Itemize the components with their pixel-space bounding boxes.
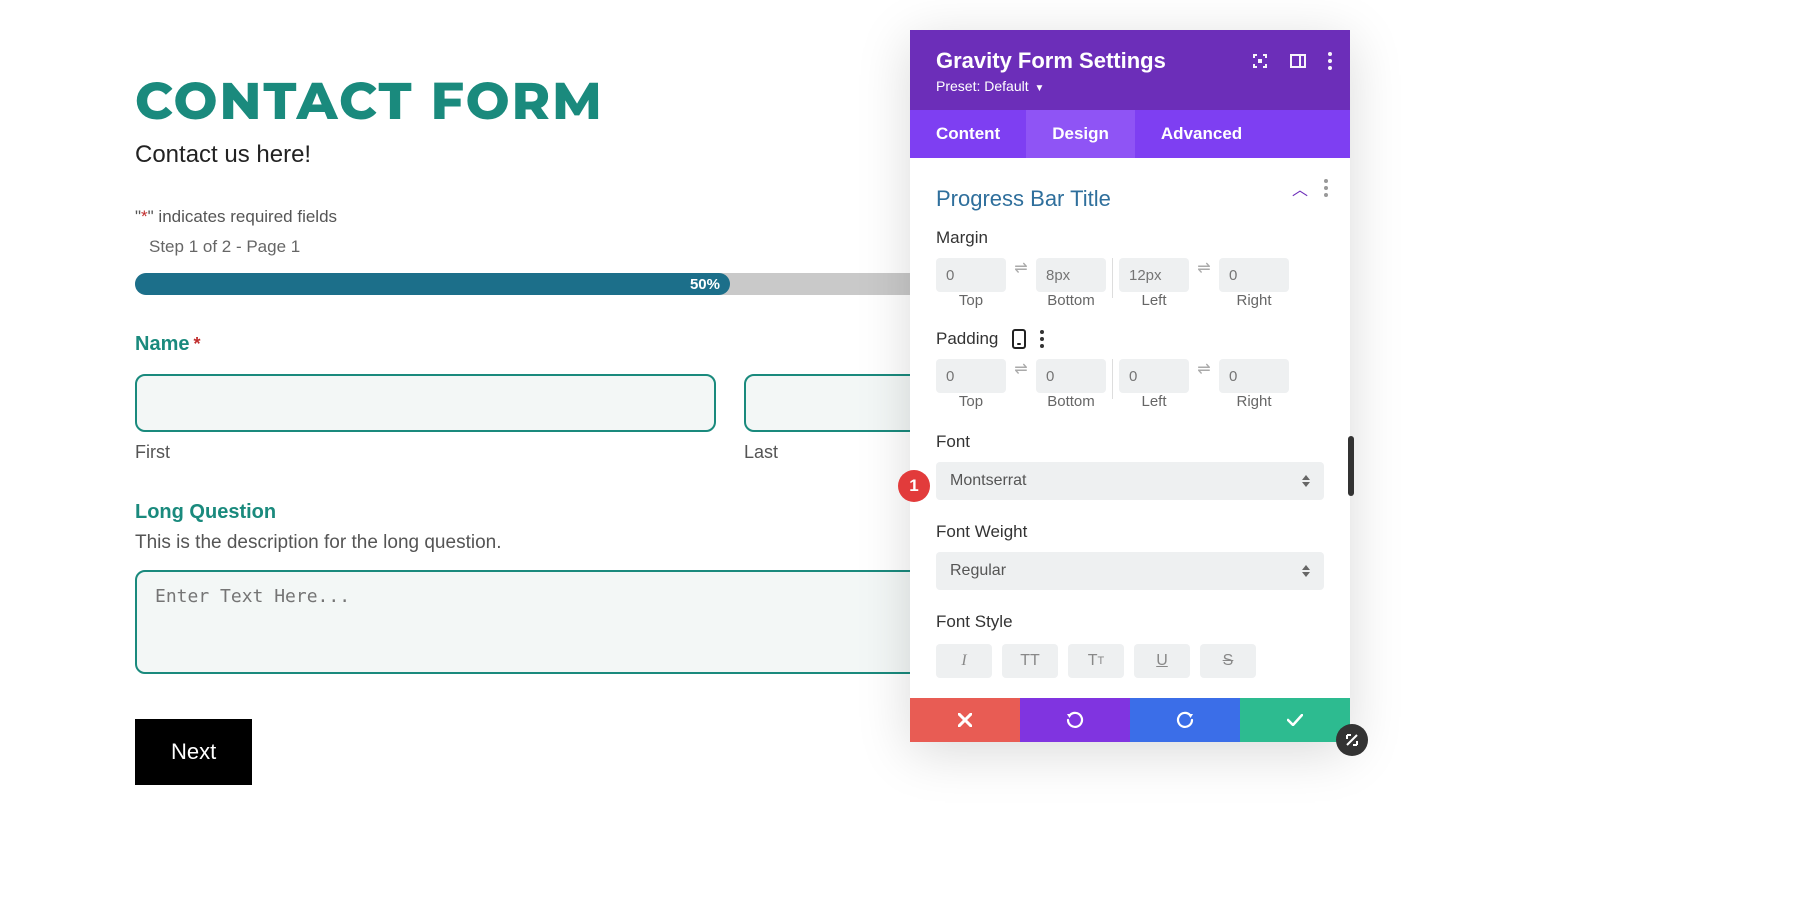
uppercase-button[interactable]: TT	[1002, 644, 1058, 678]
smallcaps-button[interactable]: TT	[1068, 644, 1124, 678]
margin-top-input[interactable]	[936, 258, 1006, 292]
font-weight-select[interactable]: Regular	[936, 552, 1324, 590]
italic-button[interactable]: I	[936, 644, 992, 678]
padding-more-icon[interactable]	[1040, 330, 1044, 348]
columns-icon[interactable]	[1290, 53, 1306, 69]
padding-right-input[interactable]	[1219, 359, 1289, 393]
section-title[interactable]: Progress Bar Title	[936, 186, 1324, 212]
settings-panel: Gravity Form Settings Preset: Default ▼ …	[910, 30, 1350, 742]
panel-tabs: Content Design Advanced	[910, 110, 1350, 158]
font-style-label: Font Style	[936, 612, 1324, 632]
panel-preset[interactable]: Preset: Default ▼	[936, 78, 1324, 94]
tab-content[interactable]: Content	[910, 110, 1026, 158]
margin-left-input[interactable]	[1119, 258, 1189, 292]
annotation-badge-1: 1	[898, 470, 930, 502]
chevron-up-icon[interactable]: ︿	[1292, 176, 1308, 200]
margin-inputs: Top ⇌ Bottom Left ⇌ Right	[936, 258, 1324, 309]
panel-header: Gravity Form Settings Preset: Default ▼	[910, 30, 1350, 110]
section-progress-bar-title: Progress Bar Title ︿ Margin Top ⇌ Bottom…	[910, 158, 1350, 678]
resize-handle[interactable]	[1336, 724, 1368, 756]
padding-top-input[interactable]	[936, 359, 1006, 393]
font-style-buttons: I TT TT U S	[936, 644, 1324, 678]
margin-label: Margin	[936, 228, 1324, 248]
font-select[interactable]: Montserrat	[936, 462, 1324, 500]
font-label: Font	[936, 432, 1324, 452]
select-chevron-icon	[1302, 475, 1310, 487]
padding-bottom-input[interactable]	[1036, 359, 1106, 393]
undo-button[interactable]	[1020, 698, 1130, 742]
first-name-input[interactable]	[135, 374, 716, 432]
tab-advanced[interactable]: Advanced	[1135, 110, 1268, 158]
redo-button[interactable]	[1130, 698, 1240, 742]
cancel-button[interactable]	[910, 698, 1020, 742]
first-sublabel: First	[135, 442, 716, 463]
more-icon[interactable]	[1328, 52, 1332, 70]
strikethrough-button[interactable]: S	[1200, 644, 1256, 678]
progress-fill: 50%	[135, 273, 730, 295]
section-more-icon[interactable]	[1324, 179, 1328, 197]
save-button[interactable]	[1240, 698, 1350, 742]
panel-footer	[910, 698, 1350, 742]
link-icon[interactable]: ⇌	[1189, 359, 1219, 379]
font-weight-label: Font Weight	[936, 522, 1324, 542]
device-icon[interactable]	[1010, 330, 1028, 348]
caret-down-icon: ▼	[1035, 83, 1045, 94]
scrollbar-thumb[interactable]	[1348, 436, 1354, 496]
margin-right-input[interactable]	[1219, 258, 1289, 292]
progress-percent-label: 50%	[690, 273, 720, 295]
padding-inputs: Top ⇌ Bottom Left ⇌ Right	[936, 359, 1324, 410]
link-icon[interactable]: ⇌	[1006, 359, 1036, 379]
select-chevron-icon	[1302, 565, 1310, 577]
padding-left-input[interactable]	[1119, 359, 1189, 393]
focus-icon[interactable]	[1252, 53, 1268, 69]
underline-button[interactable]: U	[1134, 644, 1190, 678]
link-icon[interactable]: ⇌	[1006, 258, 1036, 278]
link-icon[interactable]: ⇌	[1189, 258, 1219, 278]
padding-label-row: Padding	[936, 329, 1324, 349]
padding-label: Padding	[936, 329, 998, 349]
next-button[interactable]: Next	[135, 719, 252, 785]
margin-bottom-input[interactable]	[1036, 258, 1106, 292]
tab-design[interactable]: Design	[1026, 110, 1135, 158]
